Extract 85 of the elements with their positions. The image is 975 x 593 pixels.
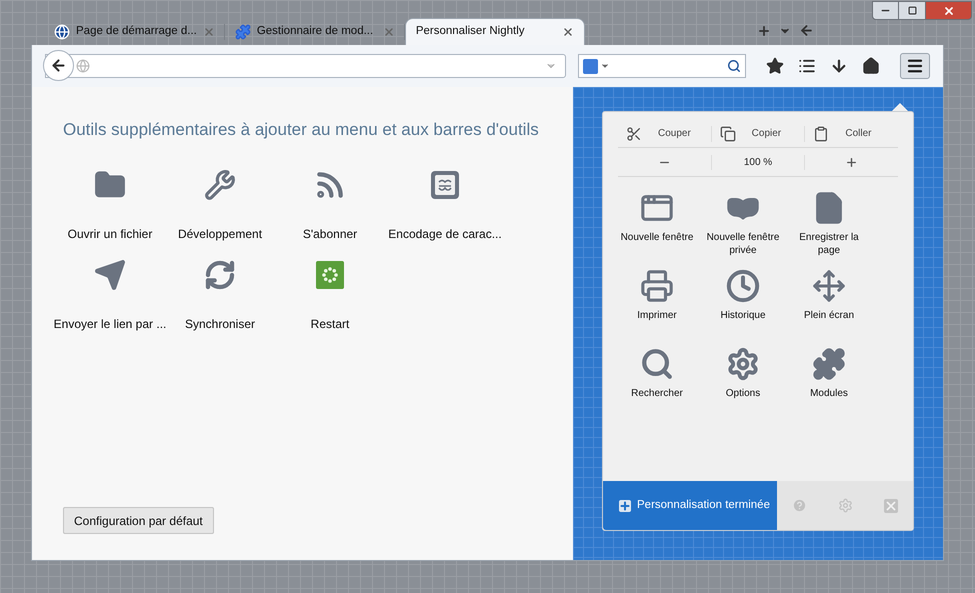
printer-icon [640, 269, 674, 303]
menu-item[interactable]: Options [700, 347, 786, 415]
maximize-icon [908, 6, 916, 15]
menu-item-label: Plein écran [802, 309, 856, 322]
palette-item[interactable]: Envoyer le lien par ... [55, 258, 165, 332]
wrench-icon [204, 168, 236, 200]
bookmarks-list-icon[interactable] [798, 57, 816, 75]
encoding-icon [430, 170, 460, 200]
menu-icon [906, 57, 924, 75]
menu-button[interactable] [900, 53, 930, 79]
palette-item-label: Encodage de carac... [388, 226, 502, 242]
menu-item[interactable]: Nouvelle fenêtre privée [700, 191, 786, 259]
search-engine-icon [582, 58, 598, 74]
menu-item-label: Options [724, 387, 762, 400]
edit-button[interactable]: Couper [618, 126, 711, 142]
search-icon [640, 347, 674, 381]
clipboard-icon [813, 126, 830, 142]
settings-icon [726, 347, 760, 381]
edit-button[interactable]: Coller [804, 126, 898, 142]
palette-item[interactable]: Synchroniser [165, 258, 275, 332]
palette-item-label: Restart [310, 316, 350, 332]
palette-item-label: Synchroniser [184, 316, 256, 332]
globe-icon [54, 24, 70, 40]
browser-tab[interactable]: Gestionnaire de mod... [224, 18, 405, 45]
home-icon[interactable] [862, 57, 880, 75]
globe-icon [76, 59, 90, 73]
paper-plane-icon [94, 258, 126, 290]
palette-item-label: Développement [178, 226, 262, 242]
copy-icon [720, 126, 736, 142]
palette-item[interactable]: Encodage de carac... [385, 168, 505, 242]
clock-icon [726, 269, 760, 303]
minimize-button[interactable] [872, 1, 899, 20]
browser-tab[interactable]: Personnaliser Nightly [404, 18, 585, 45]
menu-item-label: Imprimer [636, 309, 678, 322]
browser-tab[interactable]: Page de démarrage d... [44, 18, 225, 45]
menu-item[interactable]: Rechercher [614, 347, 700, 415]
palette-item-label: Ouvrir un fichier [68, 226, 152, 242]
sync-icon [204, 258, 236, 290]
menu-item[interactable]: Modules [786, 347, 872, 415]
done-button[interactable]: Personnalisation terminée [603, 481, 777, 530]
puzzle-icon [812, 347, 846, 381]
bookmark-star-icon[interactable] [766, 57, 784, 75]
palette-item[interactable]: S'abonner [275, 168, 385, 242]
back-icon[interactable] [799, 23, 814, 38]
reset-button[interactable]: Configuration par défaut [63, 507, 214, 534]
search-icon[interactable] [726, 59, 741, 73]
close-icon[interactable] [562, 26, 574, 38]
menu-item[interactable]: Historique [700, 269, 786, 337]
menu-item[interactable]: Nouvelle fenêtre [614, 191, 700, 259]
tab-title: Page de démarrage d... [76, 24, 197, 39]
folder-icon [94, 168, 126, 200]
palette-item-label: S'abonner [302, 226, 358, 242]
menu-item-label: Nouvelle fenêtre privée [706, 231, 780, 257]
url-field[interactable] [45, 54, 566, 78]
palette-item[interactable]: Développement [165, 168, 275, 242]
maximize-button[interactable] [899, 1, 925, 20]
back-arrow-icon [50, 57, 67, 74]
menu-item-label: Nouvelle fenêtre [620, 231, 694, 244]
menu-item[interactable]: Plein écran [786, 269, 872, 337]
back-button[interactable] [43, 50, 74, 81]
search-field[interactable] [578, 54, 746, 78]
palette-item-label: Envoyer le lien par ... [54, 316, 166, 332]
close-button[interactable] [925, 1, 972, 20]
fullscreen-icon [812, 269, 846, 303]
palette-title: Outils supplémentaires à ajouter au menu et aux barres d'outils [63, 119, 540, 141]
menu-item[interactable]: Enregistrer la page [786, 191, 872, 259]
new-tab-icon[interactable] [757, 24, 771, 38]
plus-icon [845, 156, 858, 168]
puzzle-icon [234, 24, 251, 40]
palette-item[interactable]: Restart [275, 258, 385, 332]
menu-item-label: Rechercher [630, 387, 684, 400]
tab-title: Gestionnaire de mod... [256, 24, 374, 39]
menu-item-label: Modules [809, 387, 849, 400]
zoom-level: 100 % [710, 154, 806, 170]
tab-title: Personnaliser Nightly [416, 24, 526, 40]
close-icon [942, 4, 954, 16]
menu-item[interactable]: Imprimer [614, 269, 700, 337]
menu-item-label: Historique [719, 309, 767, 322]
downloads-icon[interactable] [830, 57, 848, 75]
plus-icon [619, 500, 631, 512]
scissors-icon [626, 126, 642, 142]
menu-item-label: Enregistrer la page [798, 231, 860, 257]
edit-button[interactable]: Copier [710, 126, 804, 142]
restart-icon [315, 260, 345, 290]
palette-item[interactable]: Ouvrir un fichier [55, 168, 165, 242]
